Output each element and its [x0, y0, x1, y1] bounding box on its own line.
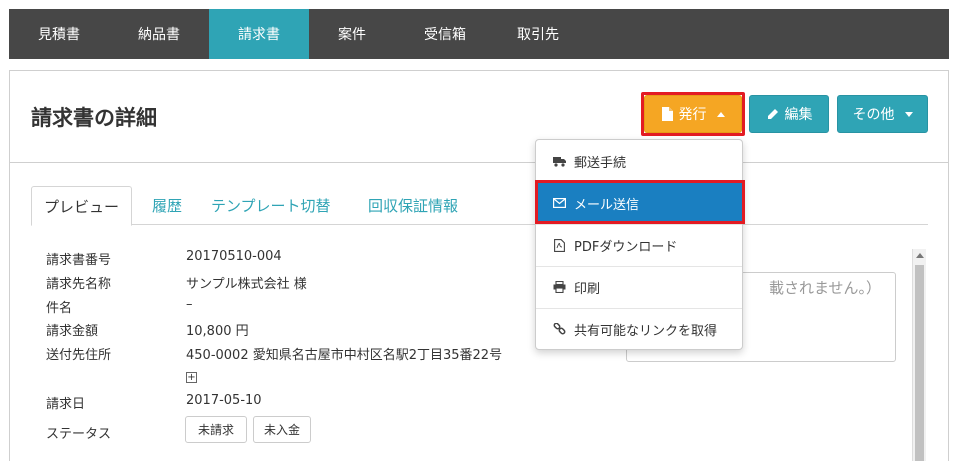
- nav-tab-inbox[interactable]: 受信箱: [395, 9, 495, 59]
- status-label: ステータス: [46, 427, 112, 442]
- invoice-number-label: 請求書番号: [46, 253, 112, 268]
- scroll-thumb[interactable]: [915, 265, 924, 461]
- pencil-icon: [767, 108, 778, 119]
- nav-tab-estimates[interactable]: 見積書: [9, 9, 109, 59]
- nav-tab-delivery-notes[interactable]: 納品書: [109, 9, 209, 59]
- top-navigation: 見積書 納品書 請求書 案件 受信箱 取引先: [9, 9, 949, 59]
- date-value: 2017-05-10: [186, 393, 262, 408]
- nav-tab-clients[interactable]: 取引先: [495, 9, 581, 59]
- subject-value: –: [186, 297, 193, 312]
- envelope-icon: [552, 196, 566, 210]
- issue-button[interactable]: 発行: [644, 95, 742, 133]
- other-button[interactable]: その他: [837, 95, 928, 133]
- link-icon: [552, 322, 566, 336]
- detail-tabs: プレビュー 履歴 テンプレート切替 回収保証情報: [31, 186, 928, 226]
- nav-tab-invoices[interactable]: 請求書: [209, 9, 309, 59]
- caret-up-icon: [716, 111, 725, 117]
- menu-item-print[interactable]: 印刷: [536, 266, 742, 308]
- date-label: 請求日: [46, 397, 86, 412]
- status-badge-unpaid: 未入金: [253, 416, 311, 443]
- scroll-up-icon[interactable]: [916, 253, 924, 258]
- truck-icon: [552, 154, 566, 168]
- invoice-number-value: 20170510-004: [186, 249, 282, 264]
- panel-header: 請求書の詳細 発行 編集 その他: [10, 71, 948, 163]
- menu-item-send-email[interactable]: メール送信: [536, 182, 742, 224]
- tab-preview[interactable]: プレビュー: [31, 186, 133, 226]
- document-icon: [661, 107, 673, 121]
- menu-item-postal[interactable]: 郵送手続: [536, 140, 742, 182]
- menu-item-pdf-download[interactable]: PDFダウンロード: [536, 224, 742, 266]
- address-label: 送付先住所: [46, 348, 112, 363]
- amount-value: 10,800 円: [186, 324, 249, 339]
- printer-icon: [552, 280, 566, 294]
- client-value: サンプル株式会社 様: [186, 277, 307, 292]
- address-value: 450-0002 愛知県名古屋市中村区名駅2丁目35番22号: [186, 348, 503, 363]
- nav-tab-projects[interactable]: 案件: [309, 9, 395, 59]
- edit-button[interactable]: 編集: [749, 95, 829, 133]
- subject-label: 件名: [46, 301, 73, 316]
- invoice-detail-panel: 請求書の詳細 発行 編集 その他 プレビュー 履歴 テンプレート切替 回収保証情…: [9, 70, 949, 461]
- issue-dropdown-menu: 郵送手続 メール送信 PDFダウンロード 印刷 共有可能なリンクを取得: [535, 139, 743, 350]
- status-badge-unbilled: 未請求: [185, 416, 247, 443]
- client-label: 請求先名称: [46, 277, 112, 292]
- amount-label: 請求金額: [46, 324, 99, 339]
- expand-plus-icon[interactable]: +: [186, 372, 197, 383]
- tab-template-switch[interactable]: テンプレート切替: [211, 186, 331, 225]
- caret-down-icon: [904, 111, 913, 117]
- pdf-file-icon: [552, 238, 566, 252]
- tab-collection-guarantee[interactable]: 回収保証情報: [368, 186, 458, 225]
- note-text: 載されません。）: [768, 279, 881, 297]
- menu-item-shareable-link[interactable]: 共有可能なリンクを取得: [536, 308, 742, 350]
- page-title: 請求書の詳細: [31, 106, 157, 130]
- tab-history[interactable]: 履歴: [152, 186, 182, 225]
- preview-scrollbar[interactable]: [912, 249, 926, 461]
